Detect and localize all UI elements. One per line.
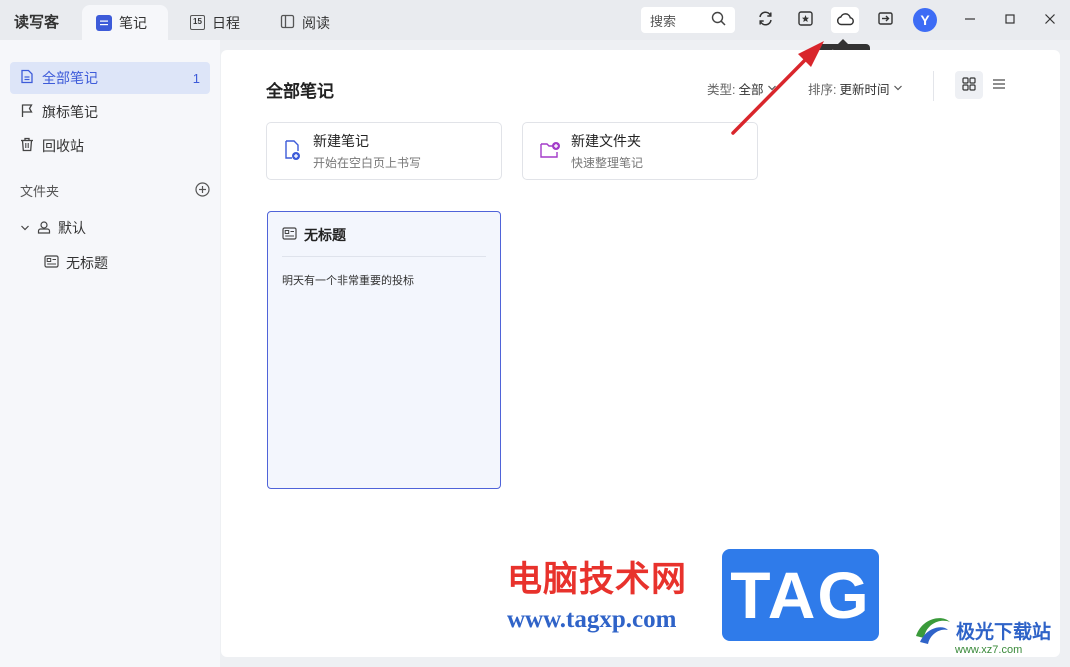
app-name: 读写客: [14, 14, 60, 31]
grid-view-button[interactable]: [955, 71, 983, 99]
new-folder-subtitle: 快速整理笔记: [571, 156, 644, 170]
folder-default[interactable]: 默认: [20, 216, 86, 240]
export-button[interactable]: [871, 7, 899, 33]
sidebar-item-flagged[interactable]: 旗标笔记: [10, 96, 210, 128]
folder-header-label: 文件夹: [20, 184, 60, 199]
search-label: 搜索: [650, 13, 677, 29]
sync-icon: [757, 10, 774, 30]
note-card[interactable]: 无标题 明天有一个非常重要的投标: [267, 211, 501, 489]
folder-header: 文件夹: [20, 181, 210, 200]
jiguang-name: 极光下载站: [956, 622, 1052, 643]
divider: [933, 71, 934, 101]
new-note-card[interactable]: 新建笔记 开始在空白页上书写: [266, 122, 502, 180]
favorite-button[interactable]: [791, 7, 819, 33]
list-icon: [992, 77, 1006, 94]
sort-filter[interactable]: 排序: 更新时间: [808, 79, 903, 98]
type-filter[interactable]: 类型: 全部: [707, 79, 777, 98]
close-icon: [1044, 13, 1056, 28]
tab-notes-label: 笔记: [119, 14, 147, 31]
maximize-icon: [1004, 13, 1016, 28]
sidebar-item-label: 全部笔记: [42, 70, 98, 86]
book-icon: [280, 14, 295, 32]
note-tab-icon: [96, 14, 112, 31]
minimize-icon: [964, 13, 976, 28]
folder-label: 默认: [58, 220, 86, 236]
document-icon: [20, 69, 34, 87]
jiguang-logo-icon: [912, 612, 952, 649]
note-card-divider: [282, 256, 486, 257]
list-view-button[interactable]: [985, 71, 1013, 99]
sidebar-item-label: 旗标笔记: [42, 104, 98, 120]
title-bar: 读写客 笔记 15 日程 阅读 搜索 Y: [0, 0, 1070, 40]
page-title: 全部笔记: [266, 82, 334, 101]
search-icon: [711, 11, 726, 29]
chevron-down-icon: [20, 220, 30, 236]
note-card-icon: [282, 227, 297, 243]
sort-label: 排序:: [808, 83, 837, 97]
folder-note-untitled[interactable]: 无标题: [44, 251, 108, 275]
search-box[interactable]: 搜索: [641, 7, 735, 33]
add-folder-icon[interactable]: [195, 181, 210, 200]
person-folder-icon: [37, 220, 51, 237]
watermark-tag-logo: TAG: [722, 549, 879, 641]
grid-icon: [962, 76, 976, 94]
cloud-button[interactable]: [831, 7, 859, 33]
watermark-text: 电脑技术网: [507, 560, 688, 600]
chevron-down-icon: [767, 82, 777, 96]
new-note-icon: [283, 139, 303, 164]
sidebar-item-all-notes[interactable]: 全部笔记 1: [10, 62, 210, 94]
sidebar: 全部笔记 1 旗标笔记 回收站 文件夹 默认 无标题: [0, 40, 220, 667]
new-note-subtitle: 开始在空白页上书写: [313, 156, 422, 170]
sync-button[interactable]: [751, 7, 779, 33]
chevron-down-icon: [893, 82, 903, 96]
new-note-title: 新建笔记: [313, 133, 369, 149]
new-folder-title: 新建文件夹: [571, 133, 641, 149]
close-button[interactable]: [1038, 8, 1062, 32]
note-card-title: 无标题: [304, 227, 346, 243]
watermark-url: www.tagxp.com: [507, 606, 677, 633]
avatar[interactable]: Y: [913, 8, 937, 32]
sidebar-item-trash[interactable]: 回收站: [10, 130, 210, 162]
sort-value: 更新时间: [839, 83, 890, 97]
tab-schedule-label: 日程: [212, 14, 240, 31]
star-box-icon: [797, 10, 814, 30]
minimize-button[interactable]: [958, 8, 982, 32]
note-count: 1: [192, 70, 200, 86]
trash-icon: [20, 137, 34, 155]
export-icon: [877, 10, 894, 30]
new-folder-card[interactable]: 新建文件夹 快速整理笔记: [522, 122, 758, 180]
tab-schedule[interactable]: 15 日程: [176, 5, 254, 40]
note-card-preview: 明天有一个非常重要的投标: [282, 275, 414, 287]
flag-icon: [20, 103, 34, 121]
tab-reading[interactable]: 阅读: [266, 5, 344, 40]
type-filter-value: 全部: [738, 83, 764, 97]
cloud-icon: [836, 11, 855, 30]
type-filter-label: 类型:: [707, 83, 736, 97]
maximize-button[interactable]: [998, 8, 1022, 32]
note-card-icon: [44, 255, 59, 271]
folder-child-label: 无标题: [66, 255, 108, 271]
tab-reading-label: 阅读: [302, 14, 330, 31]
jiguang-url: www.xz7.com: [955, 644, 1023, 656]
new-folder-icon: [539, 140, 561, 163]
tab-notes[interactable]: 笔记: [82, 5, 168, 40]
sidebar-item-label: 回收站: [42, 138, 84, 154]
note-card-header: 无标题: [282, 225, 346, 245]
calendar-icon: 15: [190, 15, 205, 30]
